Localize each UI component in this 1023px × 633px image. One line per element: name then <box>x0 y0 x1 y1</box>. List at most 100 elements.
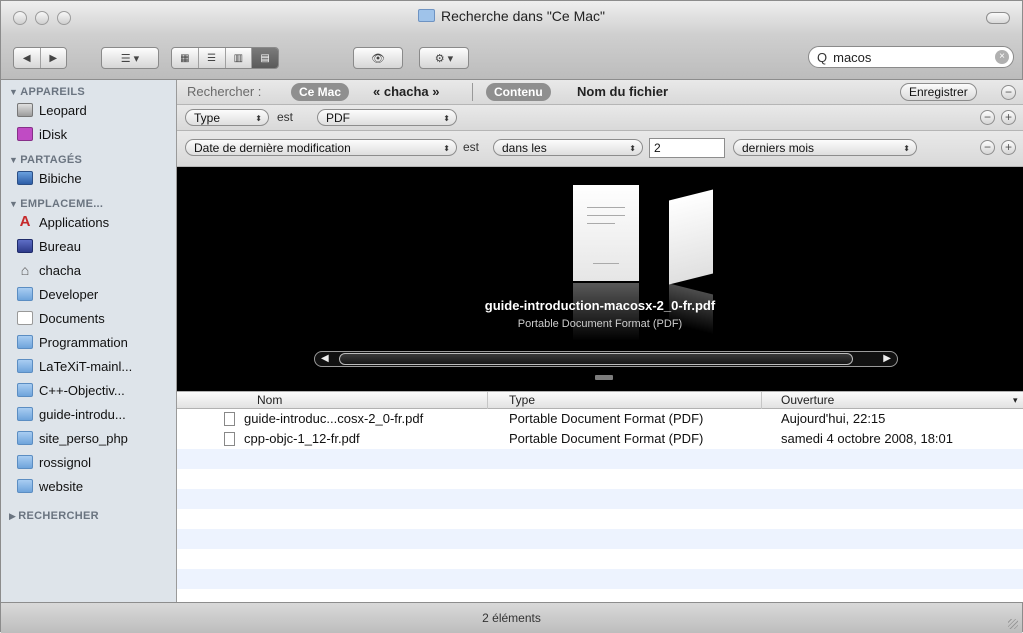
sidebar-section-partages[interactable]: ▼ PARTAGÉS <box>1 146 176 166</box>
remove-criterion-button[interactable]: − <box>980 110 995 125</box>
scroll-left-icon[interactable]: ◀ <box>321 352 329 366</box>
criterion-row-type: Type ⬍ est PDF ⬍ − + <box>177 105 1023 131</box>
empty-row <box>177 509 1023 529</box>
popup-arrows-icon: ⬍ <box>443 114 450 123</box>
sidebar-item-label: iDisk <box>39 126 68 142</box>
table-row[interactable]: guide-introduc...cosx-2_0-fr.pdf Portabl… <box>177 409 1023 429</box>
sidebar-item-bibiche[interactable]: Bibiche <box>1 166 176 190</box>
sidebar-item-developer[interactable]: Developer <box>1 282 176 306</box>
sidebar-item-documents[interactable]: Documents <box>1 306 176 330</box>
forward-button[interactable]: ▶ <box>40 48 66 68</box>
column-header-name[interactable]: Nom <box>257 393 282 407</box>
remove-scope-button[interactable]: − <box>1001 85 1016 100</box>
add-criterion-button[interactable]: + <box>1001 140 1016 155</box>
save-search-button[interactable]: Enregistrer <box>900 83 977 101</box>
column-view-button[interactable]: ▥ <box>225 48 253 68</box>
column-divider[interactable] <box>761 392 762 409</box>
coverflow-resize-handle[interactable] <box>595 375 613 380</box>
search-icon: Q <box>817 49 828 65</box>
scope-user-button[interactable]: « chacha » <box>373 84 440 99</box>
idisk-icon <box>17 127 33 141</box>
sidebar-item-label: Leopard <box>39 102 87 118</box>
sidebar-item-label: Documents <box>39 310 105 326</box>
sidebar-item-latexit[interactable]: LaTeXiT-mainl... <box>1 354 176 378</box>
criterion-row-date: Date de dernière modification ⬍ est dans … <box>177 131 1023 167</box>
scroll-right-icon[interactable]: ▶ <box>883 352 891 366</box>
criterion-unit-popup[interactable]: derniers mois ⬍ <box>733 139 917 156</box>
sidebar-section-appareils[interactable]: ▼ APPAREILS <box>1 80 176 98</box>
criterion-number-field[interactable]: 2 <box>649 138 725 158</box>
popup-arrows-icon: ⬍ <box>903 144 910 153</box>
back-button[interactable]: ◀ <box>14 48 41 68</box>
window-title-text: Recherche dans "Ce Mac" <box>440 8 605 24</box>
criterion-attribute-popup[interactable]: Type ⬍ <box>185 109 269 126</box>
folder-icon <box>17 431 33 445</box>
scope-filename-button[interactable]: Nom du fichier <box>577 84 668 99</box>
coverflow-subtitle: Portable Document Format (PDF) <box>517 318 683 330</box>
add-criterion-button[interactable]: + <box>1001 110 1016 125</box>
criterion-value-popup[interactable]: PDF ⬍ <box>317 109 457 126</box>
view-switcher: ▦ ☰ ▥ ▤ <box>171 47 279 69</box>
action-menu-button[interactable]: ⚙ ▾ <box>419 47 469 69</box>
scope-label: Rechercher : <box>187 84 262 99</box>
popup-label: Date de dernière modification <box>194 141 351 155</box>
sidebar-item-rossignol[interactable]: rossignol <box>1 450 176 474</box>
folder-icon <box>17 359 33 373</box>
sidebar-item-label: website <box>39 478 84 494</box>
list-view-button[interactable]: ☰ <box>198 48 226 68</box>
scope-this-mac-button[interactable]: Ce Mac <box>291 83 350 101</box>
empty-row <box>177 549 1023 569</box>
coverflow-view[interactable]: guide-introduction-macosx-2_0-fr.pdf Por… <box>177 167 1023 391</box>
document-cover-selected[interactable] <box>573 185 639 281</box>
sidebar-item-site-perso-php[interactable]: site_perso_php <box>1 426 176 450</box>
sidebar-item-leopard[interactable]: Leopard <box>1 98 176 122</box>
folder-icon <box>17 383 33 397</box>
search-input[interactable] <box>831 48 976 66</box>
coverflow-scroll-thumb[interactable] <box>339 353 853 365</box>
arrange-button[interactable]: ☰ ▾ <box>101 47 159 69</box>
sidebar-item-programmation[interactable]: Programmation <box>1 330 176 354</box>
empty-row <box>177 489 1023 509</box>
coverflow-scrollbar[interactable]: ◀ ▶ <box>314 351 898 367</box>
sidebar-item-chacha[interactable]: ⌂ chacha <box>1 258 176 282</box>
back-forward-control: ◀ ▶ <box>13 47 67 69</box>
column-divider[interactable] <box>487 392 488 409</box>
sidebar-item-guide-introduction[interactable]: guide-introdu... <box>1 402 176 426</box>
sidebar-item-label: site_perso_php <box>39 430 128 446</box>
toolbar-toggle-button[interactable] <box>986 12 1010 24</box>
icon-view-button[interactable]: ▦ <box>172 48 199 68</box>
scope-contents-button[interactable]: Contenu <box>486 83 551 101</box>
file-name: cpp-objc-1_12-fr.pdf <box>244 431 360 446</box>
quicklook-button[interactable]: 👁 <box>353 47 403 69</box>
window-title: Recherche dans "Ce Mac" <box>1 8 1022 24</box>
column-header-type[interactable]: Type <box>509 393 535 407</box>
clear-search-icon[interactable]: × <box>995 50 1009 64</box>
column-header-opened[interactable]: Ouverture <box>781 393 834 407</box>
section-label: PARTAGÉS <box>20 154 83 166</box>
title-bar: Recherche dans "Ce Mac" <box>1 1 1022 35</box>
table-row[interactable]: cpp-objc-1_12-fr.pdf Portable Document F… <box>177 429 1023 449</box>
search-field[interactable]: Q × <box>808 46 1014 68</box>
sidebar-item-idisk[interactable]: iDisk <box>1 122 176 146</box>
criterion-operator-popup[interactable]: dans les ⬍ <box>493 139 643 156</box>
resize-grip-icon[interactable] <box>1008 619 1018 629</box>
criterion-verb: est <box>277 110 294 124</box>
sidebar-section-rechercher[interactable]: ▶ RECHERCHER <box>1 498 176 522</box>
sidebar-item-cpp-objc[interactable]: C++-Objectiv... <box>1 378 176 402</box>
remove-criterion-button[interactable]: − <box>980 140 995 155</box>
sidebar-item-website[interactable]: website <box>1 474 176 498</box>
coverflow-view-button[interactable]: ▤ <box>252 48 278 68</box>
sidebar-item-bureau[interactable]: Bureau <box>1 234 176 258</box>
pdf-file-icon <box>224 432 235 446</box>
popup-arrows-icon: ⬍ <box>255 114 262 123</box>
sidebar-item-applications[interactable]: A Applications <box>1 210 176 234</box>
popup-label: PDF <box>326 111 350 125</box>
sidebar-item-label: rossignol <box>39 454 92 470</box>
shared-computer-icon <box>17 171 33 185</box>
popup-label: Type <box>194 111 221 125</box>
document-cover[interactable] <box>669 189 713 285</box>
eye-icon: 👁 <box>371 52 385 65</box>
sidebar-section-emplacements[interactable]: ▼ EMPLACEME... <box>1 190 176 210</box>
file-opened: Aujourd'hui, 22:15 <box>781 411 886 426</box>
criterion-attribute-popup[interactable]: Date de dernière modification ⬍ <box>185 139 457 156</box>
